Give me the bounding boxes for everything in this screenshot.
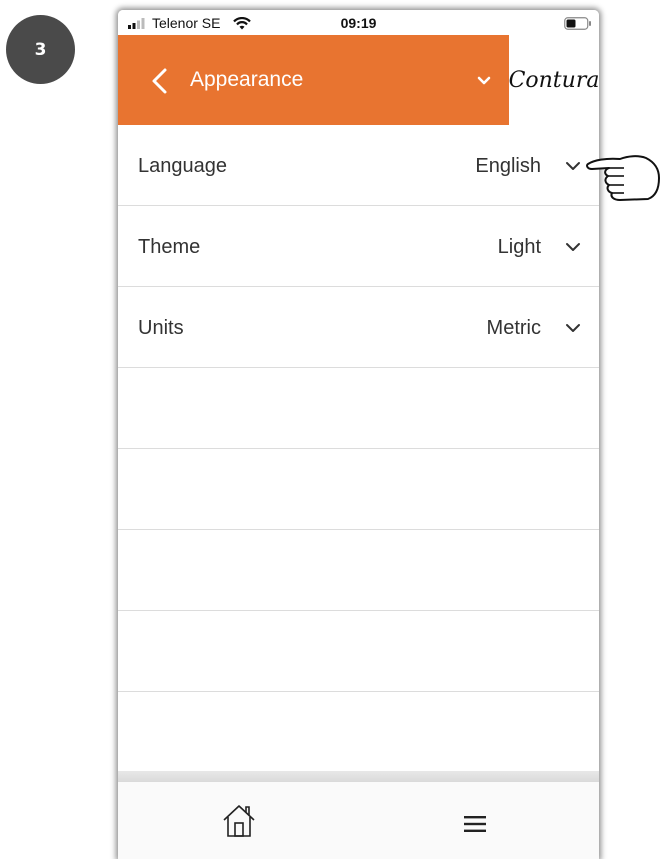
- units-row[interactable]: Units Metric: [118, 287, 599, 368]
- empty-row: [118, 530, 599, 611]
- setting-label: Language: [138, 155, 227, 177]
- phone-screen: Telenor SE 09:19 Appearance Contura Lang…: [118, 10, 599, 859]
- app-header: Appearance Contura: [118, 35, 599, 125]
- hamburger-menu-icon[interactable]: [464, 815, 486, 833]
- header-bar: [118, 35, 509, 125]
- page-title: Appearance: [190, 68, 304, 91]
- home-icon[interactable]: [222, 803, 256, 839]
- chevron-down-icon[interactable]: [565, 323, 581, 334]
- setting-value: English: [475, 155, 541, 177]
- theme-row[interactable]: Theme Light: [118, 206, 599, 287]
- empty-row: [118, 449, 599, 530]
- chevron-down-icon[interactable]: [476, 75, 492, 87]
- step-number-badge: 3: [6, 15, 75, 84]
- empty-row: [118, 611, 599, 692]
- chevron-down-icon[interactable]: [565, 161, 581, 172]
- bottom-navigation: [118, 771, 599, 859]
- battery-icon: [564, 17, 591, 30]
- back-chevron-icon[interactable]: [148, 67, 172, 95]
- language-row[interactable]: Language English: [118, 125, 599, 206]
- status-bar: Telenor SE 09:19: [118, 10, 599, 35]
- pointing-hand-icon: [586, 155, 660, 201]
- setting-value: Metric: [486, 317, 541, 339]
- bottom-divider: [118, 771, 599, 782]
- empty-row: [118, 692, 599, 773]
- setting-label: Theme: [138, 236, 201, 258]
- brand-logo: Contura: [508, 67, 599, 93]
- chevron-down-icon[interactable]: [565, 242, 581, 253]
- settings-list: Language English Theme Light Units Metri…: [118, 125, 599, 773]
- clock: 09:19: [340, 15, 377, 31]
- setting-value: Light: [497, 236, 541, 258]
- empty-row: [118, 368, 599, 449]
- setting-label: Units: [138, 317, 184, 339]
